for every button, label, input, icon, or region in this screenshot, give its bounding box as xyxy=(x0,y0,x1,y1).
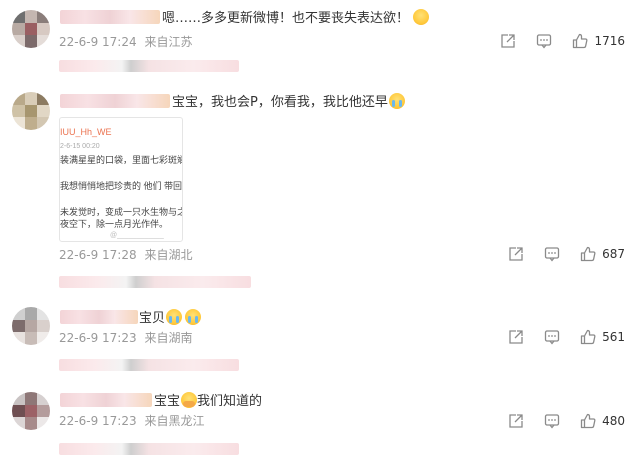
username-blurred[interactable] xyxy=(60,393,152,407)
like-button[interactable]: 561 xyxy=(580,329,625,345)
share-button[interactable] xyxy=(500,33,516,49)
share-button[interactable] xyxy=(508,246,524,262)
crying-face-emoji-icon xyxy=(185,309,202,325)
username-blurred[interactable] xyxy=(60,10,160,24)
thumbs-up-icon xyxy=(580,413,596,429)
comment-button[interactable] xyxy=(536,33,552,49)
comment-meta: 22-6-9 17:24 来自江苏 xyxy=(59,35,192,49)
share-icon xyxy=(509,247,523,261)
comment-icon xyxy=(544,414,560,429)
crying-face-emoji-icon xyxy=(166,309,183,325)
comment-item: 嗯……多多更新微博！也不要丧失表达欲！ 22-6-9 17:24 来自江苏 17… xyxy=(0,0,635,85)
comment-text: 嗯……多多更新微博！也不要丧失表达欲！ xyxy=(162,9,430,27)
reply-preview-blurred[interactable] xyxy=(59,276,251,288)
like-count: 687 xyxy=(602,247,625,261)
comment-location: 来自湖南 xyxy=(144,331,193,345)
comment-location: 来自黑龙江 xyxy=(144,414,205,428)
avatar[interactable] xyxy=(12,307,50,345)
avatar[interactable] xyxy=(12,10,50,48)
shy-face-emoji-icon xyxy=(413,9,430,25)
comment-meta: 22-6-9 17:23 来自湖南 xyxy=(59,331,192,345)
share-button[interactable] xyxy=(508,329,524,345)
card-line: 未发觉时，变成一只水生物与之融 xyxy=(60,207,183,217)
like-button[interactable]: 480 xyxy=(580,413,625,429)
thumbs-up-icon xyxy=(580,329,596,345)
share-icon xyxy=(501,34,516,48)
comment-button[interactable] xyxy=(544,413,560,429)
comment-time: 22-6-9 17:24 xyxy=(59,35,137,49)
username-blurred[interactable] xyxy=(60,94,170,108)
card-date: 2-6-15 00:20 xyxy=(60,143,100,150)
card-username: IUU_Hh_WE xyxy=(60,127,112,137)
reply-preview-blurred[interactable] xyxy=(59,60,239,72)
comment-meta: 22-6-9 17:28 来自湖北 xyxy=(59,248,192,262)
comment-time: 22-6-9 17:23 xyxy=(59,331,137,345)
card-footer: @____________ xyxy=(110,232,164,239)
username-blurred[interactable] xyxy=(60,310,138,324)
like-count: 1716 xyxy=(594,34,625,48)
comment-text: 宝宝 我们知道的 xyxy=(154,392,263,409)
card-line: 我想悄悄地把珍贵的 他们 带回到 xyxy=(60,181,183,191)
share-icon xyxy=(509,330,523,344)
covering-mouth-face-emoji-icon xyxy=(181,392,198,408)
share-button[interactable] xyxy=(508,413,524,429)
comment-actions: 561 xyxy=(488,329,625,345)
comment-actions: 687 xyxy=(488,246,625,262)
comment-time: 22-6-9 17:23 xyxy=(59,414,137,428)
comment-text: 宝贝 xyxy=(139,309,202,327)
like-count: 561 xyxy=(602,330,625,344)
comment-time: 22-6-9 17:28 xyxy=(59,248,137,262)
reply-preview-blurred[interactable] xyxy=(59,359,239,371)
thumbs-up-icon xyxy=(573,33,588,49)
avatar[interactable] xyxy=(12,392,50,430)
comment-icon xyxy=(544,330,560,345)
reply-preview-blurred[interactable] xyxy=(59,443,239,455)
comment-button[interactable] xyxy=(544,246,560,262)
comment-icon xyxy=(544,247,560,262)
comment-text: 宝宝，我也会P，你看我，我比他还早 xyxy=(172,93,405,111)
comment-actions: 480 xyxy=(488,413,625,429)
comment-icon xyxy=(537,34,552,49)
card-line: 装满星星的口袋，里面七彩斑斓。 xyxy=(60,155,183,165)
comment-location: 来自湖北 xyxy=(144,248,193,262)
thumbs-up-icon xyxy=(580,246,596,262)
like-count: 480 xyxy=(602,414,625,428)
like-button[interactable]: 687 xyxy=(580,246,625,262)
attached-image-card[interactable]: IUU_Hh_WE 2-6-15 00:20 装满星星的口袋，里面七彩斑斓。 我… xyxy=(59,117,183,242)
crying-face-emoji-icon xyxy=(388,93,405,109)
comment-meta: 22-6-9 17:23 来自黑龙江 xyxy=(59,414,204,428)
comment-location: 来自江苏 xyxy=(144,35,193,49)
card-line: 夜空下，除一点月光作伴。 xyxy=(60,219,169,229)
share-icon xyxy=(509,414,523,428)
comment-button[interactable] xyxy=(544,329,560,345)
like-button[interactable]: 1716 xyxy=(572,33,625,49)
avatar[interactable] xyxy=(12,92,50,130)
comment-actions: 1716 xyxy=(480,33,625,49)
